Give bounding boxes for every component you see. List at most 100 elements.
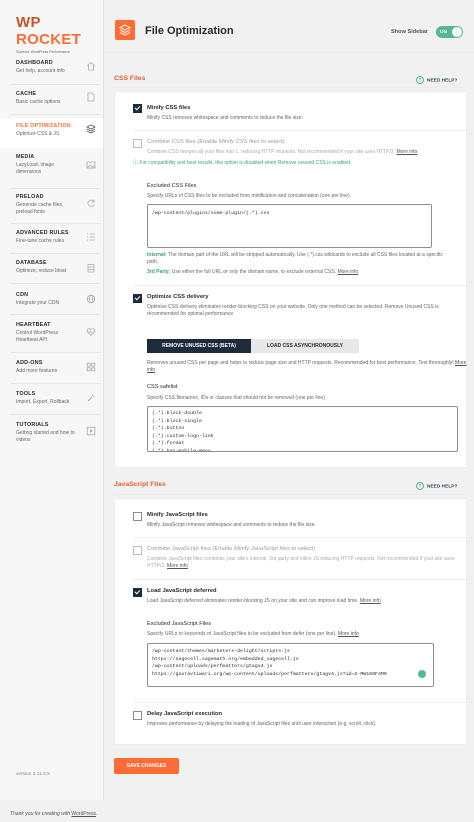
excluded-js-textarea[interactable]: /wp-content/themes/marketers-delight/scr… — [147, 643, 434, 687]
admin-footer: Thank you for creating with WordPress. — [10, 811, 97, 817]
sidebar-item-desc: Import, Export, Rollback — [16, 399, 70, 405]
combine-js-title: Combine JavaScript files (Enable Minify … — [147, 546, 315, 552]
more-info-link[interactable]: More info — [396, 149, 417, 155]
sidebar-item-title: PRELOAD — [16, 194, 44, 200]
sidebar-item-desc: Getting started and how to videos — [16, 430, 75, 443]
need-help-label: NEED HELP? — [427, 78, 458, 84]
excluded-css-textarea[interactable]: /wp-content/plugins/some-plugin/(.*).css — [147, 204, 432, 248]
excluded-css-title: Excluded CSS Files — [147, 183, 197, 189]
minify-css-desc: Minify CSS removes whitespace and commen… — [147, 115, 303, 121]
globe-icon — [86, 294, 96, 304]
file-optimization-icon — [115, 20, 135, 40]
css-safelist-textarea[interactable]: (.*).block-double (.*).block-single (.*)… — [147, 406, 458, 452]
sidebar-item-title: TOOLS — [16, 391, 36, 397]
excluded-js-desc-text: Specify URLs or keywords of JavaScript f… — [147, 631, 337, 637]
sidebar-item-title: TUTORIALS — [16, 422, 49, 428]
sidebar-item-cache[interactable]: CACHE Basic cache options — [0, 89, 103, 117]
defer-js-checkbox[interactable] — [133, 588, 142, 597]
need-help-label: NEED HELP? — [427, 484, 458, 490]
question-icon: ? — [416, 76, 424, 84]
js-section-title: JavaScript Files — [114, 481, 166, 488]
combine-css-title: Combine CSS files (Enable Minify CSS fil… — [147, 139, 285, 145]
minify-css-checkbox[interactable] — [133, 104, 142, 113]
minify-js-checkbox[interactable] — [133, 512, 142, 521]
excluded-js-title: Excluded JavaScript Files — [147, 621, 212, 627]
sidebar-item-desc: Get help, account info — [16, 68, 65, 74]
more-info-link[interactable]: More info — [167, 563, 188, 569]
third-party-label: 3rd Party: — [147, 269, 171, 275]
sidebar-item-database[interactable]: DATABASE Optimize, reduce bloat — [0, 258, 103, 286]
optimize-css-delivery-checkbox[interactable] — [133, 294, 142, 303]
more-info-link[interactable]: More info — [360, 598, 381, 604]
layers-icon — [86, 124, 96, 134]
delay-js-title: Delay JavaScript execution — [147, 711, 223, 717]
combine-css-desc-text: Combine CSS merges all your files into 1… — [147, 149, 396, 155]
combine-css-hint: (Enable Minify CSS files to select) — [197, 139, 285, 145]
excluded-css-desc: Specify URLs of CSS files to be excluded… — [147, 193, 351, 199]
delay-js-desc: Improves performance by delaying the loa… — [147, 721, 377, 727]
tab-load-css-async[interactable]: LOAD CSS ASYNCHRONOUSLY — [251, 339, 359, 353]
internal-note: Internal: The domain part of the URL wil… — [147, 252, 447, 266]
more-info-link[interactable]: More info — [338, 631, 359, 637]
css-safelist-desc: Specify CSS filenames, IDs or classes th… — [147, 395, 327, 401]
sidebar-item-desc: Control WordPress Heartbeat API — [16, 330, 59, 343]
css-need-help-link[interactable]: ? NEED HELP? — [416, 76, 457, 84]
version-label: version 3.11.0.5 — [16, 772, 50, 777]
minify-css-title: Minify CSS files — [147, 105, 191, 111]
show-sidebar-label: Show Sidebar — [391, 29, 428, 35]
logo-wp: WP — [16, 14, 41, 31]
excluded-js-desc: Specify URLs or keywords of JavaScript f… — [147, 631, 467, 638]
sidebar-item-tutorials[interactable]: TUTORIALS Getting started and how to vid… — [0, 420, 103, 450]
sidebar-item-dashboard[interactable]: DASHBOARD Get help, account info — [0, 58, 103, 86]
delay-js-checkbox[interactable] — [133, 711, 142, 720]
sidebar-item-title: ADD-ONS — [16, 360, 43, 366]
sidebar-item-title: DASHBOARD — [16, 60, 53, 66]
sidebar-item-title: DATABASE — [16, 260, 47, 266]
defer-js-desc: Load JavaScript deferred eliminates rend… — [147, 598, 467, 605]
tab-remove-unused-css[interactable]: REMOVE UNUSED CSS (BETA) — [147, 339, 251, 353]
combine-js-desc: Combine JavaScript files combines your s… — [147, 556, 467, 570]
sidebar-item-desc: Basic cache options — [16, 99, 61, 105]
file-icon — [87, 92, 95, 102]
wp-rocket-logo[interactable]: WP ROCKET Superior WordPress Performance — [16, 14, 103, 54]
home-icon — [86, 61, 96, 71]
toggle-on-label: ON — [440, 29, 447, 34]
sidebar-item-heartbeat[interactable]: HEARTBEAT Control WordPress Heartbeat AP… — [0, 320, 103, 352]
video-icon — [86, 426, 96, 436]
optimize-css-delivery-title: Optimize CSS delivery — [147, 294, 209, 300]
css-section-title: CSS Files — [114, 75, 146, 82]
sidebar-item-desc: LazyLoad, image dimensions — [16, 162, 55, 175]
show-sidebar-toggle[interactable]: ON — [436, 26, 463, 38]
sidebar-item-media[interactable]: MEDIA LazyLoad, image dimensions — [0, 152, 103, 186]
combine-js-checkbox[interactable] — [133, 546, 142, 555]
combine-js-desc-text: Combine JavaScript files combines your s… — [147, 556, 455, 569]
image-icon — [86, 161, 96, 169]
more-info-link[interactable]: More info — [337, 269, 358, 275]
defer-js-desc-text: Load JavaScript deferred eliminates rend… — [147, 598, 359, 604]
page-title: File Optimization — [145, 25, 234, 37]
sidebar-item-title: HEARTBEAT — [16, 322, 51, 328]
sidebar-item-desc: Generate cache files, preload fonts — [16, 202, 64, 215]
remove-unused-css-desc: Removes unused CSS per page and helps to… — [147, 360, 467, 374]
js-options-card: Minify JavaScript files Minify JavaScrip… — [114, 498, 473, 745]
sidebar-item-advanced-rules[interactable]: ADVANCED RULES Fine-tune cache rules — [0, 228, 103, 256]
puzzle-icon — [86, 362, 96, 372]
combine-css-checkbox[interactable] — [133, 139, 142, 148]
sidebar-item-add-ons[interactable]: ADD-ONS Add more features — [0, 358, 103, 386]
css-options-card: Minify CSS files Minify CSS removes whit… — [114, 91, 473, 468]
footer-text: Thank you for creating with — [10, 811, 72, 817]
logo-rocket: ROCKET — [16, 31, 82, 48]
sidebar-item-file-optimization[interactable]: FILE OPTIMIZATION Optimize CSS & JS — [0, 118, 103, 148]
grammar-icon[interactable] — [418, 670, 426, 678]
sidebar-item-tools[interactable]: TOOLS Import, Export, Rollback — [0, 389, 103, 417]
sidebar-item-title: FILE OPTIMIZATION — [16, 123, 71, 129]
combine-css-label: Combine CSS files — [147, 139, 196, 145]
sidebar-item-title: ADVANCED RULES — [16, 230, 69, 236]
save-changes-button[interactable]: SAVE CHANGES — [114, 758, 179, 774]
minify-js-title: Minify JavaScript files — [147, 512, 208, 518]
wordpress-link[interactable]: WordPress — [71, 811, 96, 817]
defer-js-title: Load JavaScript deferred — [147, 588, 217, 594]
third-party-text: Use either the full URL or only the doma… — [170, 269, 337, 275]
sidebar-item-preload[interactable]: PRELOAD Generate cache files, preload fo… — [0, 192, 103, 222]
js-need-help-link[interactable]: ? NEED HELP? — [416, 482, 457, 490]
